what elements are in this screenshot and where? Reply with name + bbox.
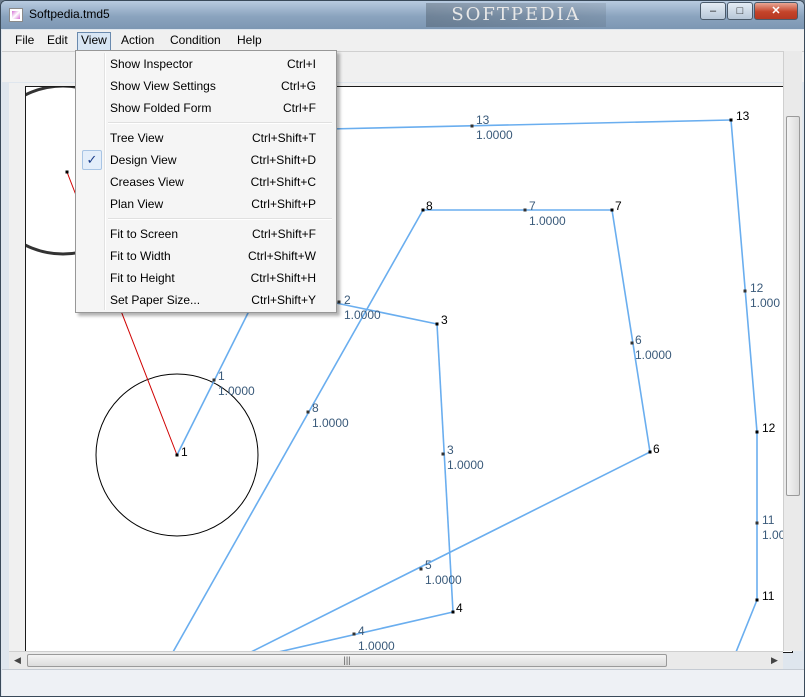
edge-label-e3: 3 [447, 443, 454, 457]
edge-label-e4: 4 [358, 624, 365, 638]
node-label-n3: 3 [441, 313, 448, 327]
edge-12 [730, 119, 758, 433]
node-label-n13: 13 [736, 109, 750, 123]
checkmark-icon: ✓ [82, 150, 102, 170]
node-label-n12: 12 [762, 421, 776, 435]
edge-mid-dot-6 [306, 410, 310, 414]
horizontal-scroll-thumb[interactable]: ||| [27, 654, 667, 667]
edge-label-e6-length: 1.0000 [635, 348, 672, 362]
title-bar[interactable]: Softpedia.tmd5 SOFTPEDIA – □ ✕ [1, 1, 804, 29]
node-dot-5 [648, 450, 652, 454]
app-icon [9, 8, 23, 22]
edge-label-e6: 6 [635, 333, 642, 347]
menuitem-show-view-settings[interactable]: Show View Settings Ctrl+G [78, 76, 334, 96]
edge-label-e12-length: 1.000 [750, 296, 780, 310]
edge-11b [735, 599, 758, 652]
node-dot-8 [755, 598, 759, 602]
edge-mid-dot-3 [743, 289, 747, 293]
edge-label-e1-length: 1.0000 [218, 384, 255, 398]
node-label-n11: 11 [762, 589, 775, 603]
edge-13 [328, 119, 732, 130]
edge-mid-dot-0 [470, 124, 474, 128]
menu-separator [108, 218, 332, 220]
vertical-scroll-thumb[interactable] [786, 116, 800, 496]
edge-label-e2: 2 [344, 293, 351, 307]
horizontal-scrollbar[interactable]: ◀ ||| ▶ [9, 651, 783, 669]
node-label-n4: 4 [456, 601, 463, 615]
node-dot-6 [729, 118, 733, 122]
scroll-right-arrow[interactable]: ▶ [766, 652, 783, 669]
menu-action[interactable]: Action [118, 32, 157, 49]
edge-mid-dot-4 [630, 341, 634, 345]
menu-edit[interactable]: Edit [44, 32, 71, 49]
edge-label-e7-length: 1.0000 [529, 214, 566, 228]
status-bar [2, 669, 804, 696]
menuitem-plan-view[interactable]: Plan View Ctrl+Shift+P [78, 194, 334, 214]
edge-mid-dot-2 [337, 300, 341, 304]
menuitem-show-inspector[interactable]: Show Inspector Ctrl+I [78, 54, 334, 74]
close-button[interactable]: ✕ [754, 2, 798, 20]
edge-label-e5-length: 1.0000 [425, 573, 462, 587]
menu-bar: File Edit View Action Condition Help [2, 30, 804, 52]
node-dot-7 [755, 430, 759, 434]
edge-label-e8-length: 1.0000 [312, 416, 349, 430]
edge-mid-dot-9 [419, 567, 423, 571]
edge-label-e8: 8 [312, 401, 319, 415]
menu-separator [108, 122, 332, 124]
edge-mid-dot-5 [212, 378, 216, 382]
menuitem-set-paper-size[interactable]: Set Paper Size... Ctrl+Shift+Y [78, 290, 334, 310]
edge-mid-dot-7 [441, 452, 445, 456]
edge-mid-dot-8 [755, 521, 759, 525]
edge-label-e7: 7 [529, 199, 536, 213]
edge-label-e5: 5 [425, 558, 432, 572]
edge-label-e2-length: 1.0000 [344, 308, 381, 322]
menuitem-tree-view[interactable]: Tree View Ctrl+Shift+T [78, 128, 334, 148]
menuitem-show-folded-form[interactable]: Show Folded Form Ctrl+F [78, 98, 334, 118]
edge-label-e13-length: 1.0000 [476, 128, 513, 142]
edge-5 [249, 451, 651, 652]
edge-6 [611, 209, 651, 453]
edge-mid-dot-1 [523, 208, 527, 212]
node-dot-0 [65, 170, 69, 174]
menu-help[interactable]: Help [234, 32, 265, 49]
vertical-scrollbar[interactable] [783, 51, 802, 651]
softpedia-watermark: SOFTPEDIA [426, 3, 606, 27]
scroll-left-arrow[interactable]: ◀ [9, 652, 26, 669]
menuitem-creases-view[interactable]: Creases View Ctrl+Shift+C [78, 172, 334, 192]
edge-label-e12: 12 [750, 281, 764, 295]
edge-label-e3-length: 1.0000 [447, 458, 484, 472]
maximize-button[interactable]: □ [727, 2, 753, 20]
app-window: Softpedia.tmd5 SOFTPEDIA – □ ✕ File Edit… [0, 0, 805, 697]
window-title: Softpedia.tmd5 [29, 7, 110, 21]
edge-mid-dot-10 [352, 632, 356, 636]
node-label-n7: 7 [615, 199, 622, 213]
node-dot-1 [175, 453, 179, 457]
menu-condition[interactable]: Condition [167, 32, 224, 49]
minimize-button[interactable]: – [700, 2, 726, 20]
node-label-n6: 6 [653, 442, 660, 456]
menu-view[interactable]: View [77, 32, 111, 51]
menuitem-fit-to-width[interactable]: Fit to Width Ctrl+Shift+W [78, 246, 334, 266]
edge-label-e11: 11 [762, 513, 775, 527]
edge-label-e13: 13 [476, 113, 490, 127]
edge-label-e1: 1 [218, 369, 225, 383]
view-menu-dropdown: Show Inspector Ctrl+I Show View Settings… [75, 50, 337, 313]
menuitem-fit-to-height[interactable]: Fit to Height Ctrl+Shift+H [78, 268, 334, 288]
node-label-n8: 8 [426, 199, 433, 213]
node-dot-2 [421, 208, 425, 212]
menuitem-design-view[interactable]: ✓ Design View Ctrl+Shift+D [78, 150, 334, 170]
node-dot-9 [451, 610, 455, 614]
node-dot-4 [435, 322, 439, 326]
node-dot-3 [610, 208, 614, 212]
node-label-n1: 1 [181, 445, 188, 459]
menuitem-fit-to-screen[interactable]: Fit to Screen Ctrl+Shift+F [78, 224, 334, 244]
menu-file[interactable]: File [12, 32, 37, 49]
